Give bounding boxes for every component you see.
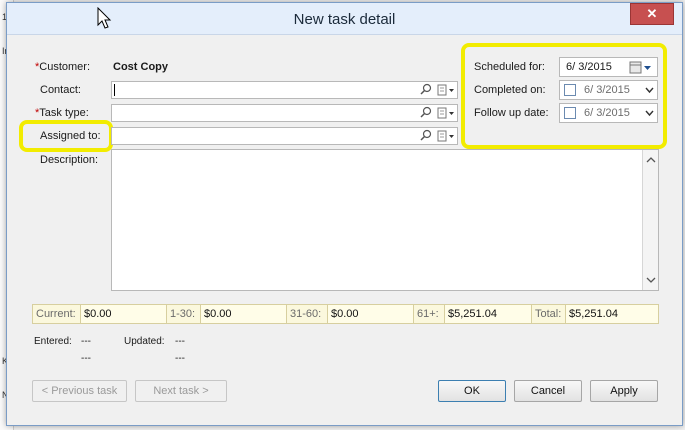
chevron-down-icon[interactable] bbox=[645, 109, 654, 118]
aging-current-label: Current: bbox=[33, 305, 81, 323]
aging-1-30-label: 1-30: bbox=[167, 305, 201, 323]
description-textarea[interactable] bbox=[111, 149, 659, 291]
close-icon: ✕ bbox=[646, 6, 658, 21]
search-icon[interactable] bbox=[420, 83, 432, 97]
entered-value: --- bbox=[81, 336, 91, 347]
aging-total-label: Total: bbox=[532, 305, 566, 323]
lookup-dropdown-icon[interactable] bbox=[437, 83, 455, 97]
close-button[interactable]: ✕ bbox=[630, 3, 674, 25]
completed-on-label: Completed on: bbox=[474, 84, 546, 96]
task-type-label: *Task type: bbox=[35, 107, 89, 119]
apply-button[interactable]: Apply bbox=[590, 380, 658, 402]
completed-on-checkbox[interactable] bbox=[564, 84, 576, 96]
updated-value-2: --- bbox=[175, 353, 185, 364]
completed-on-date[interactable]: 6/ 3/2015 bbox=[559, 80, 658, 100]
text-caret bbox=[114, 84, 115, 96]
lookup-dropdown-icon[interactable] bbox=[437, 129, 455, 143]
scroll-down-icon[interactable] bbox=[646, 275, 656, 285]
scroll-up-icon[interactable] bbox=[646, 155, 656, 165]
title-bar[interactable]: New task detail ✕ bbox=[7, 3, 682, 35]
cancel-button[interactable]: Cancel bbox=[514, 380, 582, 402]
scheduled-for-value: 6/ 3/2015 bbox=[566, 61, 612, 73]
task-type-input[interactable] bbox=[111, 104, 458, 122]
ok-button[interactable]: OK bbox=[438, 380, 506, 402]
scheduled-for-date[interactable]: 6/ 3/2015 bbox=[559, 57, 658, 77]
next-task-button[interactable]: Next task > bbox=[135, 380, 227, 402]
follow-up-value: 6/ 3/2015 bbox=[584, 107, 630, 119]
scheduled-for-label: Scheduled for: bbox=[474, 61, 545, 73]
entered-label: Entered: bbox=[34, 336, 72, 347]
customer-value: Cost Copy bbox=[113, 61, 168, 73]
follow-up-label: Follow up date: bbox=[474, 107, 549, 119]
follow-up-checkbox[interactable] bbox=[564, 107, 576, 119]
task-dialog: New task detail ✕ *Customer: Cost Copy C… bbox=[6, 2, 683, 426]
contact-input[interactable] bbox=[111, 81, 458, 99]
assigned-to-input[interactable] bbox=[111, 127, 458, 145]
aging-61-value: $5,251.04 bbox=[445, 305, 532, 323]
aging-31-60-label: 31-60: bbox=[287, 305, 328, 323]
aging-current-value: $0.00 bbox=[81, 305, 167, 323]
chevron-down-icon[interactable] bbox=[645, 86, 654, 95]
follow-up-date[interactable]: 6/ 3/2015 bbox=[559, 103, 658, 123]
updated-value: --- bbox=[175, 336, 185, 347]
updated-label: Updated: bbox=[124, 336, 165, 347]
description-label: Description: bbox=[40, 154, 99, 166]
search-icon[interactable] bbox=[420, 106, 432, 120]
search-icon[interactable] bbox=[420, 129, 432, 143]
aging-61-label: 61+: bbox=[414, 305, 445, 323]
assigned-to-label: Assigned to: bbox=[40, 130, 101, 142]
lookup-dropdown-icon[interactable] bbox=[437, 106, 455, 120]
aging-1-30-value: $0.00 bbox=[201, 305, 287, 323]
calendar-icon[interactable] bbox=[629, 61, 653, 74]
description-scrollbar[interactable] bbox=[642, 150, 658, 290]
contact-label: Contact: bbox=[40, 84, 81, 96]
aging-total-value: $5,251.04 bbox=[569, 308, 618, 320]
aging-summary: Current: $0.00 1-30: $0.00 31-60: $0.00 … bbox=[32, 304, 659, 324]
completed-on-value: 6/ 3/2015 bbox=[584, 84, 630, 96]
previous-task-button[interactable]: < Previous task bbox=[32, 380, 127, 402]
customer-label: *Customer: bbox=[35, 61, 91, 73]
aging-31-60-value: $0.00 bbox=[328, 305, 414, 323]
entered-value-2: --- bbox=[81, 353, 91, 364]
cursor-icon bbox=[97, 7, 112, 29]
